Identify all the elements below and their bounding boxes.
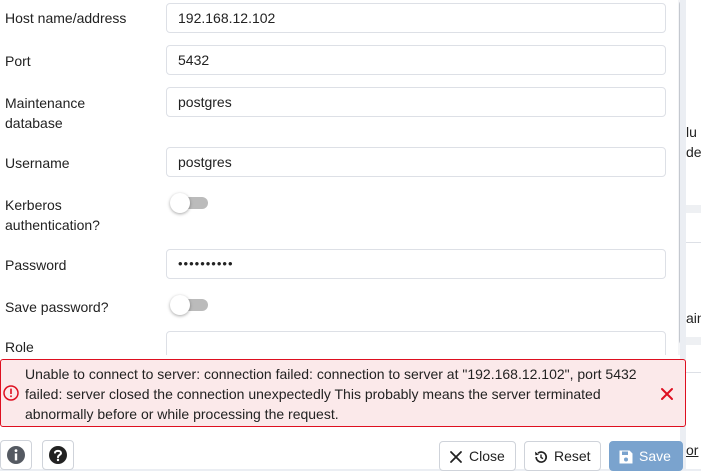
reset-icon: [535, 451, 548, 463]
maintenance-db-label-line1: Maintenance: [5, 95, 86, 111]
background-divider: [686, 372, 701, 373]
scrollbar-thumb[interactable]: [679, 0, 680, 345]
close-button[interactable]: Close: [439, 441, 516, 471]
password-input[interactable]: ••••••••••: [166, 249, 666, 279]
toggle-knob: [170, 295, 190, 315]
floppy-disk-icon: [619, 450, 633, 464]
reset-button-label: Reset: [554, 448, 591, 464]
error-icon: [3, 385, 19, 401]
close-icon[interactable]: [659, 386, 675, 402]
save-password-toggle[interactable]: [170, 295, 208, 315]
background-divider: [686, 337, 701, 345]
background-divider: [686, 205, 701, 213]
info-icon: [7, 446, 25, 464]
reset-button[interactable]: Reset: [524, 441, 601, 471]
background-text-fragment: lu: [686, 124, 697, 140]
host-input[interactable]: 192.168.12.102: [166, 3, 666, 33]
background-text-fragment: ain: [686, 310, 701, 326]
role-input[interactable]: [166, 331, 666, 355]
close-icon: [450, 451, 462, 463]
role-label: Role: [5, 339, 34, 355]
connection-form: Host name/address 192.168.12.102 Port 54…: [0, 0, 676, 355]
form-scrollbar[interactable]: [678, 0, 680, 355]
toggle-knob: [170, 193, 190, 213]
save-button[interactable]: Save: [609, 441, 683, 471]
help-icon: [49, 446, 67, 464]
error-message: Unable to connect to server: connection …: [25, 366, 637, 422]
connection-error-alert: Unable to connect to server: connection …: [0, 359, 686, 427]
maintenance-db-label-line2: database: [5, 115, 63, 131]
maintenance-db-input[interactable]: postgres: [166, 87, 666, 117]
info-button[interactable]: [0, 440, 32, 470]
host-label: Host name/address: [5, 10, 127, 26]
save-button-label: Save: [639, 448, 671, 464]
background-text-fragment: de: [686, 144, 701, 160]
kerberos-label-line2: authentication?: [5, 217, 100, 233]
kerberos-label-line1: Kerberos: [5, 197, 62, 213]
background-divider: [686, 242, 701, 243]
password-label: Password: [5, 257, 67, 273]
help-button[interactable]: [42, 440, 74, 470]
close-button-label: Close: [469, 448, 505, 464]
username-input[interactable]: postgres: [166, 147, 666, 177]
username-label: Username: [5, 155, 70, 171]
port-label: Port: [5, 53, 31, 69]
port-input[interactable]: 5432: [166, 45, 666, 75]
save-password-label: Save password?: [5, 299, 109, 315]
dialog-footer: Close Reset Save: [0, 430, 701, 471]
background-panel: lu de ain or: [686, 0, 701, 469]
kerberos-toggle[interactable]: [170, 193, 208, 213]
